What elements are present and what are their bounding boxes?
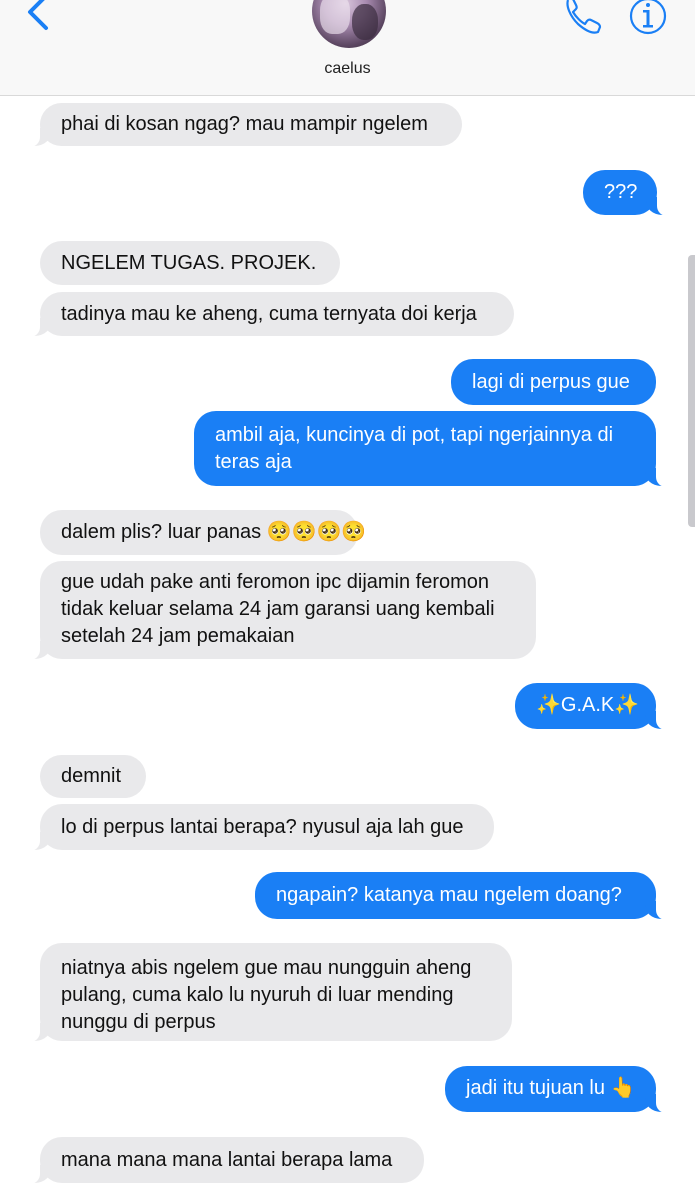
message-text: ✨G.A.K✨ bbox=[536, 694, 640, 716]
message-incoming[interactable]: mana mana mana lantai berapa lama bbox=[26, 1137, 424, 1184]
message-outgoing[interactable]: ??? bbox=[583, 170, 671, 216]
message-outgoing[interactable]: ✨G.A.K✨ bbox=[515, 683, 670, 730]
message-text: ??? bbox=[604, 181, 638, 203]
back-chevron-icon bbox=[28, 0, 48, 30]
message-text: NGELEM TUGAS. PROJEK. bbox=[61, 252, 317, 274]
info-icon bbox=[629, 0, 667, 35]
conversation-header: caelus bbox=[0, 0, 695, 96]
message-text: mana mana mana lantai berapa lama bbox=[61, 1149, 393, 1171]
message-incoming[interactable]: NGELEM TUGAS. PROJEK. bbox=[40, 241, 340, 285]
message-text: jadi itu tujuan lu 👆 bbox=[466, 1077, 636, 1099]
message-incoming[interactable]: dalem plis? luar panas 🥺🥺🥺🥺 bbox=[40, 510, 367, 555]
message-thread[interactable]: phai di kosan ngag? mau mampir ngelem ??… bbox=[0, 0, 695, 1200]
message-outgoing[interactable]: ambil aja, kuncinya di pot, tapi ngerjai… bbox=[194, 411, 670, 487]
contact-name[interactable]: caelus bbox=[0, 60, 695, 78]
phone-icon bbox=[566, 0, 602, 34]
message-text: demnit bbox=[61, 765, 122, 787]
message-incoming[interactable]: phai di kosan ngag? mau mampir ngelem bbox=[26, 103, 462, 147]
avatar[interactable] bbox=[312, 0, 386, 48]
message-text: niatnya abis ngelem gue mau nungguin ahe… bbox=[61, 957, 472, 1033]
info-button[interactable] bbox=[628, 0, 670, 36]
message-incoming[interactable]: gue udah pake anti feromon ipc dijamin f… bbox=[26, 561, 536, 660]
message-text: ambil aja, kuncinya di pot, tapi ngerjai… bbox=[215, 424, 614, 473]
messages-screen: phai di kosan ngag? mau mampir ngelem ??… bbox=[0, 0, 695, 1200]
message-text: dalem plis? luar panas 🥺🥺🥺🥺 bbox=[61, 521, 367, 543]
message-incoming[interactable]: demnit bbox=[40, 755, 146, 798]
message-incoming[interactable]: lo di perpus lantai berapa? nyusul aja l… bbox=[26, 804, 494, 851]
message-text: phai di kosan ngag? mau mampir ngelem bbox=[61, 113, 428, 135]
message-text: lagi di perpus gue bbox=[472, 371, 630, 393]
message-text: tadinya mau ke aheng, cuma ternyata doi … bbox=[61, 303, 477, 325]
message-outgoing[interactable]: lagi di perpus gue bbox=[451, 359, 656, 405]
message-text: gue udah pake anti feromon ipc dijamin f… bbox=[61, 571, 495, 647]
message-outgoing[interactable]: jadi itu tujuan lu 👆 bbox=[445, 1066, 670, 1113]
message-incoming[interactable]: niatnya abis ngelem gue mau nungguin ahe… bbox=[26, 943, 512, 1042]
message-text: lo di perpus lantai berapa? nyusul aja l… bbox=[61, 816, 464, 838]
message-incoming[interactable]: tadinya mau ke aheng, cuma ternyata doi … bbox=[26, 292, 514, 337]
message-outgoing[interactable]: ngapain? katanya mau ngelem doang? bbox=[255, 872, 670, 920]
message-text: ngapain? katanya mau ngelem doang? bbox=[276, 884, 622, 906]
back-button[interactable] bbox=[18, 0, 58, 36]
scrollbar[interactable] bbox=[688, 255, 695, 527]
call-button[interactable] bbox=[560, 0, 604, 36]
